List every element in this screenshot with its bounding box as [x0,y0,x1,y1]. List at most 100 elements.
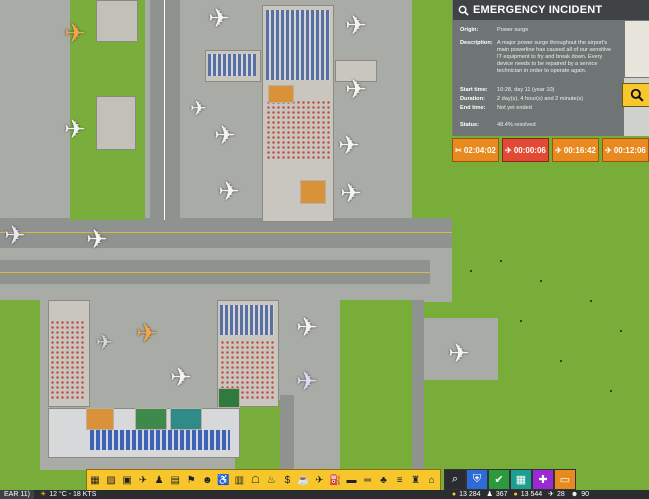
taxiway-east [412,300,424,470]
timer-flight[interactable]: ✈ 00:16:42 [552,138,599,162]
plane-icon: ✈ [605,145,612,155]
grass-strip-southwest [0,300,40,470]
person-icon[interactable]: ♟ [152,475,166,486]
hat-icon[interactable]: ♜ [409,475,423,486]
airplane[interactable]: ✈ [170,364,192,390]
timer-wrench[interactable]: ✂ 02:04:02 [452,138,499,162]
toilet-icon[interactable]: ♿ [216,475,230,486]
luggage-icon[interactable]: ▥ [232,475,246,486]
food-icon[interactable]: ☕ [296,475,310,486]
airplane[interactable]: ✈ [96,330,113,356]
shield-icon[interactable]: ⛨ [466,469,488,490]
plane-icon: ✈ [555,145,562,155]
tree-icon[interactable]: ♣ [377,475,391,486]
terrain-icon[interactable]: ▦ [88,475,102,486]
service-room[interactable] [218,388,240,408]
airplane[interactable]: ✈ [448,340,470,366]
airplane[interactable]: ✈ [4,222,26,248]
jet-icon[interactable]: ✈ [312,475,326,486]
incident-thumbnail[interactable] [624,20,649,78]
search-icon[interactable]: ⌕ [444,469,466,490]
timer-value: 00:16:42 [563,145,596,155]
tent-icon[interactable]: ⌂ [425,475,439,486]
incident-header: EMERGENCY INCIDENT [453,0,649,20]
airplane[interactable]: ✈ [86,226,108,252]
timer-flight[interactable]: ✈ 00:00:06 [502,138,549,162]
bus-icon[interactable]: ▣ [120,475,134,486]
airplane[interactable]: ✈ [208,5,230,31]
shop-icon[interactable]: ☖ [248,475,262,486]
badge-icon[interactable]: ✔ [488,469,510,490]
build-toolbar: ▦ ▨ ▣ ✈ ♟ ▤ ⚑ ☻ ♿ ▥ ☖ ♨ $ ☕ ✈ ⛽ ▬ ═ ♣ ≡ … [86,469,441,492]
timer-flight[interactable]: ✈ 00:12:06 [602,138,649,162]
airplane[interactable]: ✈ [338,132,360,158]
income-display: ● 13 544 [514,490,543,499]
tree [610,390,612,392]
baggage-room[interactable] [86,408,114,430]
tree [540,280,542,282]
puzzle-icon[interactable]: ✚ [532,469,554,490]
airport-icon[interactable]: ✈ [136,475,150,486]
money-icon[interactable]: $ [280,475,294,486]
airplane[interactable]: ✈ [345,12,367,38]
airplane[interactable]: ✈ [218,178,240,204]
tree [500,260,502,262]
airplane[interactable]: ✈ [64,20,86,46]
start-label: Start time: [460,87,488,93]
staff-value: 367 [495,491,508,498]
train-icon[interactable]: ▭ [554,469,576,490]
parked-cars [90,430,230,450]
grid-icon[interactable]: ▦ [510,469,532,490]
incident-details: Origin: Power surge Description: A major p… [453,20,624,136]
taxiway-south [280,395,294,470]
car-icon[interactable]: ▬ [345,475,359,486]
airplane[interactable]: ✈ [345,76,367,102]
runway [150,0,180,220]
weather-display: ☀ 12 °C - 18 KTS [40,490,96,499]
road-icon[interactable]: ═ [361,475,375,486]
coin-icon: ● [451,491,457,498]
status-bar: EAR 11) ☀ 12 °C - 18 KTS ● 13 284 ♟ 367 … [0,490,649,499]
incident-timers: ✂ 02:04:02 ✈ 00:00:06 ✈ 00:16:42 ✈ 00:12… [452,138,649,162]
plane-icon: ✈ [548,491,555,498]
description-label: Description: [460,40,493,46]
runway-centerline [164,0,165,220]
end-value: Not yet ended [497,105,532,111]
people-icon[interactable]: ☻ [200,475,214,486]
person-icon: ♟ [486,491,493,498]
seat-icon[interactable]: ♨ [264,475,278,486]
airplane[interactable]: ✈ [296,368,318,394]
taxi-centerline [0,232,452,233]
flag-icon[interactable]: ⚑ [184,475,198,486]
check-in-desk[interactable] [300,180,326,204]
grass-strip-south [235,400,280,470]
service-room[interactable] [135,408,167,430]
fuel-icon[interactable]: ⛽ [328,475,342,486]
people-icon: ☻ [570,491,579,498]
timer-value: 00:12:06 [613,145,646,155]
stairs-icon[interactable]: ≡ [393,475,407,486]
taxiway-main [0,218,452,248]
check-in-desk[interactable] [268,85,294,103]
airplane[interactable]: ✈ [214,122,236,148]
incident-title: EMERGENCY INCIDENT [473,4,603,16]
flights-value: 28 [557,491,565,498]
building-icon[interactable]: ▤ [168,475,182,486]
tree [590,300,592,302]
airplane[interactable]: ✈ [296,314,318,340]
seating-area [220,305,274,335]
airplane[interactable]: ✈ [340,180,362,206]
hazard-icon[interactable]: ▨ [104,475,118,486]
overlay-toolbar: ⌕ ⛨ ✔ ▦ ✚ ▭ [444,469,584,490]
flights-display: ✈ 28 [548,490,565,499]
airplane[interactable]: ✈ [64,116,86,142]
description-value: A major power surge throughout the airpo… [497,40,612,74]
service-room[interactable] [170,408,202,430]
locate-button[interactable] [622,83,649,107]
status-label: Status: [460,122,479,128]
income-value: 13 544 [520,491,543,498]
coin-icon: ● [513,491,518,498]
airplane[interactable]: ✈ [190,96,207,122]
sun-icon: ☀ [39,491,47,498]
airplane[interactable]: ✈ [136,320,158,346]
